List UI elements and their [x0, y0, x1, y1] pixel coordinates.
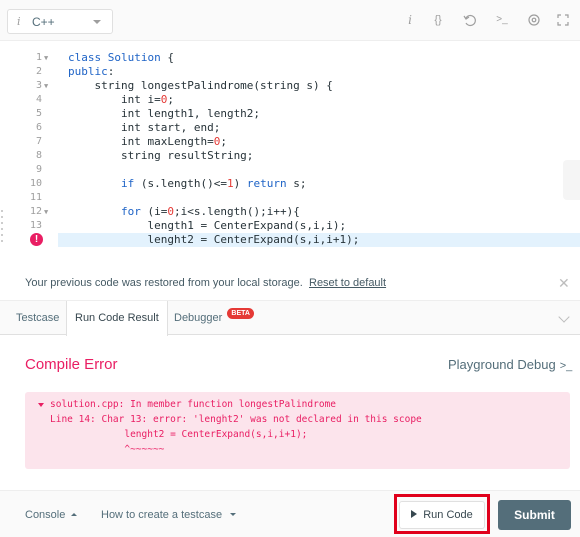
error-message-box: solution.cpp: In member function longest…	[25, 392, 570, 469]
chevron-down-icon	[93, 20, 101, 24]
error-line: ^~~~~~~	[50, 444, 165, 455]
play-icon	[411, 510, 418, 518]
code-line: 3 ▼ string longestPalindrome(string s) {	[0, 79, 580, 93]
console-label: Console	[25, 509, 66, 521]
line-number: 4	[35, 94, 42, 105]
code-line: 10 if (s.length()<=1) return s;	[0, 177, 580, 191]
fold-icon[interactable]: ▼	[44, 79, 48, 93]
close-icon[interactable]: ✕	[558, 275, 570, 292]
line-number: 10	[29, 178, 42, 189]
terminal-icon[interactable]: >_	[494, 12, 510, 28]
code-line: 4 int i=0;	[0, 93, 580, 107]
line-number: 12	[29, 206, 42, 217]
fullscreen-icon[interactable]	[555, 12, 571, 28]
line-number: 1	[35, 52, 42, 63]
line-number: 11	[29, 192, 42, 203]
line-number: 13	[29, 220, 42, 231]
console-toggle[interactable]: Console	[25, 509, 78, 521]
settings-icon[interactable]	[526, 12, 542, 28]
code-line: 2 public:	[0, 65, 580, 79]
run-code-button[interactable]: Run Code	[399, 501, 485, 529]
beta-badge: BETA	[227, 308, 254, 319]
code-editor[interactable]: 1 ▼ class Solution { 2 public: 3 ▼ strin…	[0, 41, 580, 259]
error-line: lenght2 = CenterExpand(s,i,i+1);	[50, 429, 308, 440]
submit-button[interactable]: Submit	[498, 500, 571, 530]
side-panel-tab[interactable]	[563, 160, 580, 200]
tab-label: Testcase	[16, 312, 60, 324]
run-result-panel: Compile Error Playground Debug >_ solutio…	[0, 336, 580, 488]
how-to-testcase-link[interactable]: How to create a testcase	[101, 509, 237, 521]
code-text: int i=0;	[68, 93, 174, 106]
tab-label: Run Code Result	[75, 312, 159, 324]
tab-debugger[interactable]: Debugger BETA	[166, 301, 262, 335]
code-line: 7 int maxLength=0;	[0, 135, 580, 149]
submit-label: Submit	[514, 508, 555, 522]
code-line: 6 int start, end;	[0, 121, 580, 135]
code-line: 8 string resultString;	[0, 149, 580, 163]
reset-icon[interactable]	[462, 12, 478, 28]
code-line: 1 ▼ class Solution {	[0, 51, 580, 65]
playground-debug-link[interactable]: Playground Debug >_	[448, 357, 572, 372]
editor-footer: Console How to create a testcase Run Cod…	[0, 490, 580, 537]
info-icon: i	[17, 15, 21, 28]
tab-label: Debugger	[174, 312, 223, 324]
error-line: solution.cpp: In member function longest…	[50, 399, 336, 410]
how-to-label: How to create a testcase	[101, 509, 223, 521]
tab-run-code-result[interactable]: Run Code Result	[66, 301, 168, 336]
reset-to-default-link[interactable]: Reset to default	[309, 277, 386, 289]
code-text: string resultString;	[68, 149, 254, 162]
code-line: 11	[0, 191, 580, 205]
resize-handle[interactable]	[1, 210, 3, 260]
line-number: 9	[35, 164, 42, 175]
code-text: int start, end;	[68, 121, 221, 134]
line-number: 2	[35, 66, 42, 77]
code-text: int maxLength=0;	[68, 135, 227, 148]
code-text: if (s.length()<=1) return s;	[120, 177, 307, 190]
code-text: for (i=0;i<s.length();i++){	[120, 205, 300, 218]
editor-toolbar: i C++ i {} >_	[0, 0, 580, 41]
info-icon[interactable]: i	[402, 12, 418, 28]
fold-icon[interactable]: ▼	[44, 51, 48, 65]
error-line: Line 14: Char 13: error: 'lenght2' was n…	[50, 414, 422, 425]
code-line: 9	[0, 163, 580, 177]
run-code-label: Run Code	[423, 509, 473, 521]
code-text: length1 = CenterExpand(s,i,i);	[68, 219, 347, 232]
code-line: 13 length1 = CenterExpand(s,i,i);	[0, 219, 580, 233]
restore-banner: Your previous code was restored from you…	[0, 268, 580, 298]
compile-error-title: Compile Error	[25, 356, 118, 373]
chevron-down-icon[interactable]	[558, 311, 570, 323]
playground-debug-label: Playground Debug	[448, 357, 556, 372]
braces-icon[interactable]: {}	[430, 12, 446, 28]
caret-down-icon	[230, 513, 237, 516]
fold-icon[interactable]: ▼	[44, 205, 48, 219]
code-line: 5 int length1, length2;	[0, 107, 580, 121]
language-select[interactable]: i C++	[7, 9, 113, 34]
code-text: int length1, length2;	[68, 107, 261, 120]
code-text: public:	[68, 65, 115, 78]
line-number: 7	[35, 136, 42, 147]
code-line-error: ! lenght2 = CenterExpand(s,i,i+1);	[0, 233, 580, 247]
line-number: 6	[35, 122, 42, 133]
code-text: string longestPalindrome(string s) {	[68, 79, 333, 92]
restore-message: Your previous code was restored from you…	[25, 277, 303, 289]
error-marker-icon[interactable]: !	[30, 233, 43, 246]
line-number: 8	[35, 150, 42, 161]
line-number: 5	[35, 108, 42, 119]
code-text: lenght2 = CenterExpand(s,i,i+1);	[68, 233, 360, 246]
line-number: 3	[35, 80, 42, 91]
result-tabs: Testcase Run Code Result Debugger BETA	[0, 300, 580, 336]
language-value: C++	[32, 15, 55, 29]
collapse-caret-icon[interactable]	[38, 403, 44, 407]
code-text: class Solution {	[68, 51, 174, 64]
terminal-icon: >_	[559, 360, 573, 372]
code-line: 12 ▼ for (i=0;i<s.length();i++){	[0, 205, 580, 219]
tab-testcase[interactable]: Testcase	[8, 301, 67, 335]
caret-up-icon	[71, 513, 78, 516]
